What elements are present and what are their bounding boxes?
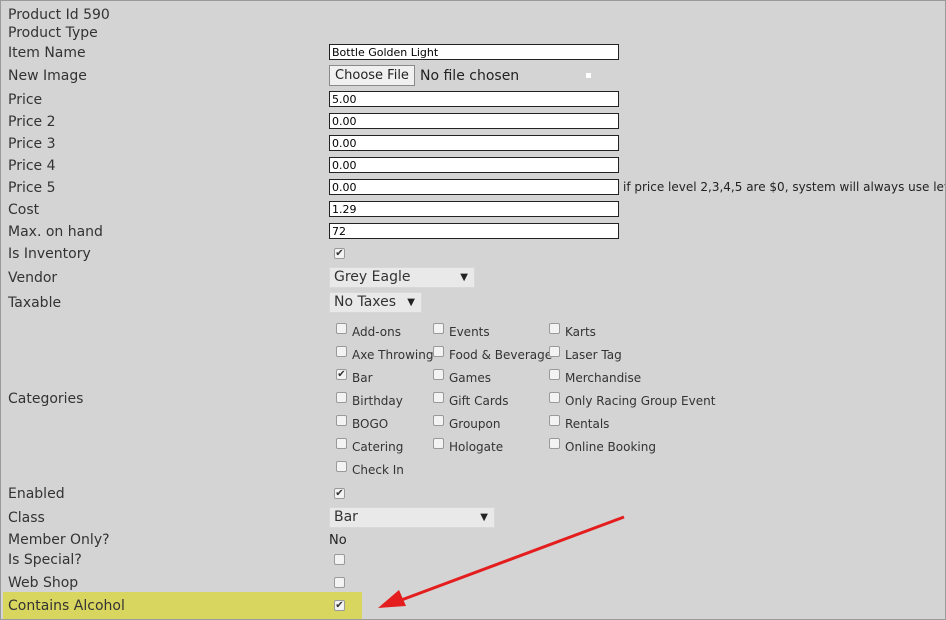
red-arrow-icon — [378, 515, 625, 608]
product-edit-form: Product Id 590 Product Type Item Name Ne… — [0, 0, 946, 620]
